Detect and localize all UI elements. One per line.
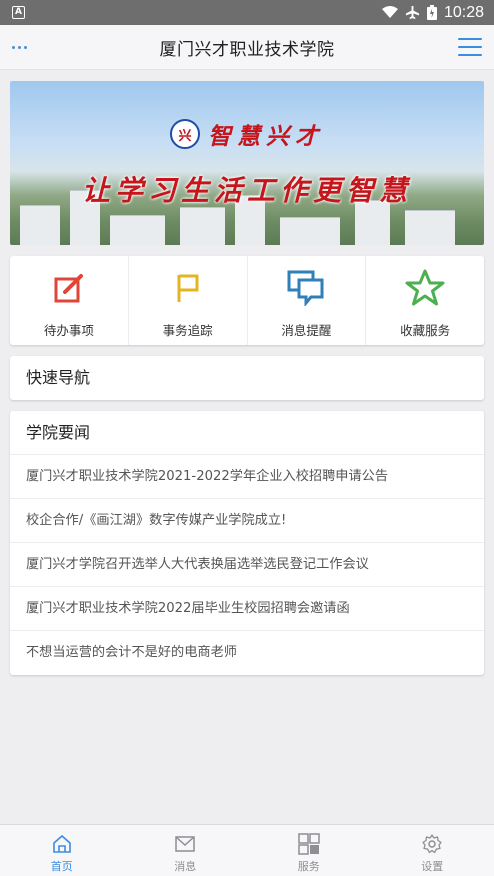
battery-icon xyxy=(426,5,437,20)
chat-icon xyxy=(286,268,326,308)
mail-icon xyxy=(174,833,196,855)
quick-action-label: 事务追踪 xyxy=(162,323,213,338)
quick-actions: 待办事项 事务追踪 消息提醒 收藏服务 xyxy=(10,256,484,345)
banner-slogan: 让学习生活工作更智慧 xyxy=(81,174,412,207)
news-item[interactable]: 厦门兴才职业技术学院2022届毕业生校园招聘会邀请函 xyxy=(10,587,484,631)
wifi-icon xyxy=(381,6,398,18)
news-item[interactable]: 厦门兴才学院召开选举人大代表换届选举选民登记工作会议 xyxy=(10,543,484,587)
home-icon xyxy=(51,833,73,855)
tab-settings[interactable]: 设置 xyxy=(371,825,494,876)
tab-label: 消息 xyxy=(174,860,197,873)
tab-label: 首页 xyxy=(50,860,73,873)
flag-icon xyxy=(168,268,208,308)
tab-messages[interactable]: 消息 xyxy=(124,825,248,876)
tab-label: 服务 xyxy=(297,860,320,873)
quick-action-todo[interactable]: 待办事项 xyxy=(10,256,129,345)
tab-label: 设置 xyxy=(421,860,444,873)
news-card: 学院要闻 厦门兴才职业技术学院2021-2022学年企业入校招聘申请公告 校企合… xyxy=(10,411,484,675)
banner-brand: 智慧兴才 xyxy=(208,123,324,150)
quick-action-favorites[interactable]: 收藏服务 xyxy=(366,256,484,345)
star-icon xyxy=(405,268,445,308)
menu-icon[interactable] xyxy=(458,38,482,56)
airplane-icon xyxy=(405,5,420,20)
quick-nav-card[interactable]: 快速导航 xyxy=(10,356,484,400)
quick-action-messages[interactable]: 消息提醒 xyxy=(248,256,367,345)
quick-action-label: 消息提醒 xyxy=(281,323,332,338)
grid-icon xyxy=(298,833,320,855)
banner-image[interactable]: 兴 智慧兴才 让学习生活工作更智慧 xyxy=(10,81,484,245)
news-item[interactable]: 校企合作/《画江湖》数字传媒产业学院成立! xyxy=(10,499,484,543)
app-notification-icon: A xyxy=(12,6,25,19)
school-emblem-icon: 兴 xyxy=(170,119,200,149)
quick-action-tracking[interactable]: 事务追踪 xyxy=(129,256,248,345)
quick-nav-title: 快速导航 xyxy=(26,368,91,387)
status-bar: A 10:28 xyxy=(0,0,494,25)
app-header: 厦门兴才职业技术学院 xyxy=(0,25,494,70)
more-icon[interactable] xyxy=(12,45,36,49)
page-title: 厦门兴才职业技术学院 xyxy=(159,39,335,60)
tab-services[interactable]: 服务 xyxy=(247,825,371,876)
quick-action-label: 待办事项 xyxy=(43,323,94,338)
news-item[interactable]: 不想当运营的会计不是好的电商老师 xyxy=(10,631,484,675)
news-title: 学院要闻 xyxy=(10,411,484,455)
bottom-tab-bar: 首页 消息 服务 设置 xyxy=(0,824,494,876)
tab-home[interactable]: 首页 xyxy=(0,825,124,876)
quick-action-label: 收藏服务 xyxy=(400,323,451,338)
clock: 10:28 xyxy=(443,3,484,21)
news-item[interactable]: 厦门兴才职业技术学院2021-2022学年企业入校招聘申请公告 xyxy=(10,455,484,499)
gear-icon xyxy=(421,833,443,855)
edit-icon xyxy=(49,268,89,308)
